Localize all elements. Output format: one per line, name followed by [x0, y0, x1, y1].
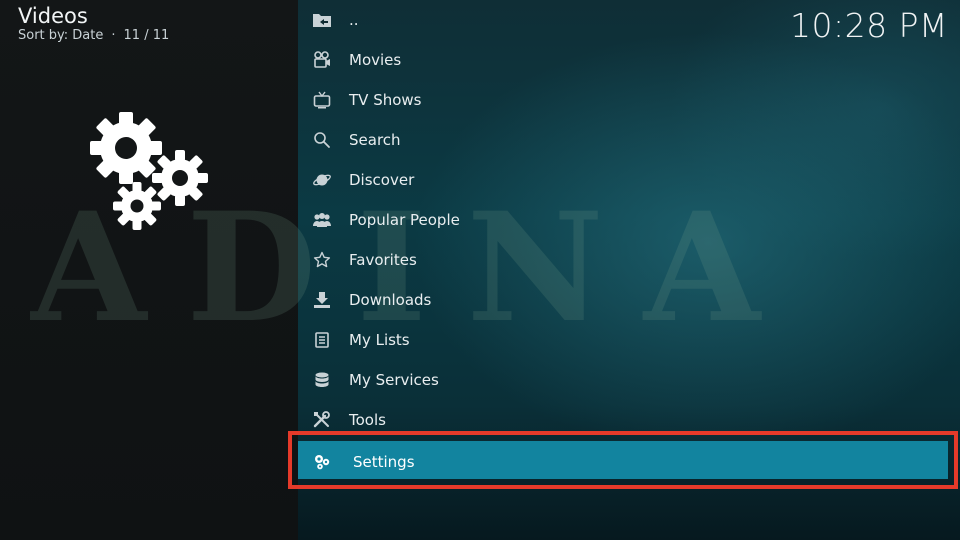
menu-item-label: Downloads [349, 291, 432, 309]
search-icon [312, 130, 332, 150]
star-icon [312, 250, 332, 270]
gears-icon [312, 452, 332, 472]
menu-item-downloads[interactable]: Downloads [298, 280, 960, 320]
menu-item-settings[interactable]: Settings [288, 431, 958, 489]
separator-dot: · [111, 28, 116, 43]
sort-label: Sort by: Date [18, 28, 104, 43]
menu-item-label: TV Shows [349, 91, 422, 109]
menu-item-my-lists[interactable]: My Lists [298, 320, 960, 360]
menu-item-label: Discover [349, 171, 415, 189]
database-icon [312, 370, 332, 390]
menu-item-label: .. [349, 11, 359, 29]
menu-item-label: Tools [349, 411, 386, 429]
menu-item-label: Settings [353, 453, 415, 471]
people-icon [312, 210, 332, 230]
menu-item-discover[interactable]: Discover [298, 160, 960, 200]
menu-item-label: Movies [349, 51, 402, 69]
item-count: 11 / 11 [123, 28, 170, 43]
menu-item-popular-people[interactable]: Popular People [298, 200, 960, 240]
tv-icon [312, 90, 332, 110]
folder-back-icon [312, 10, 332, 30]
menu-item-label: My Lists [349, 331, 410, 349]
menu-item-parent-folder[interactable]: .. [298, 0, 960, 40]
menu-item-movies[interactable]: Movies [298, 40, 960, 80]
menu-item-search[interactable]: Search [298, 120, 960, 160]
menu-item-label: Favorites [349, 251, 417, 269]
film-camera-icon [312, 50, 332, 70]
menu-item-label: My Services [349, 371, 439, 389]
menu-item-tv-shows[interactable]: TV Shows [298, 80, 960, 120]
gears-icon [90, 112, 208, 230]
menu-item-label: Popular People [349, 211, 460, 229]
menu-item-label: Search [349, 131, 401, 149]
menu-item-favorites[interactable]: Favorites [298, 240, 960, 280]
list-icon [312, 330, 332, 350]
menu-item-my-services[interactable]: My Services [298, 360, 960, 400]
sort-info: Sort by: Date · 11 / 11 [18, 28, 169, 43]
tools-icon [312, 410, 332, 430]
planet-icon [312, 170, 332, 190]
window-title: Videos [18, 4, 88, 28]
download-icon [312, 290, 332, 310]
